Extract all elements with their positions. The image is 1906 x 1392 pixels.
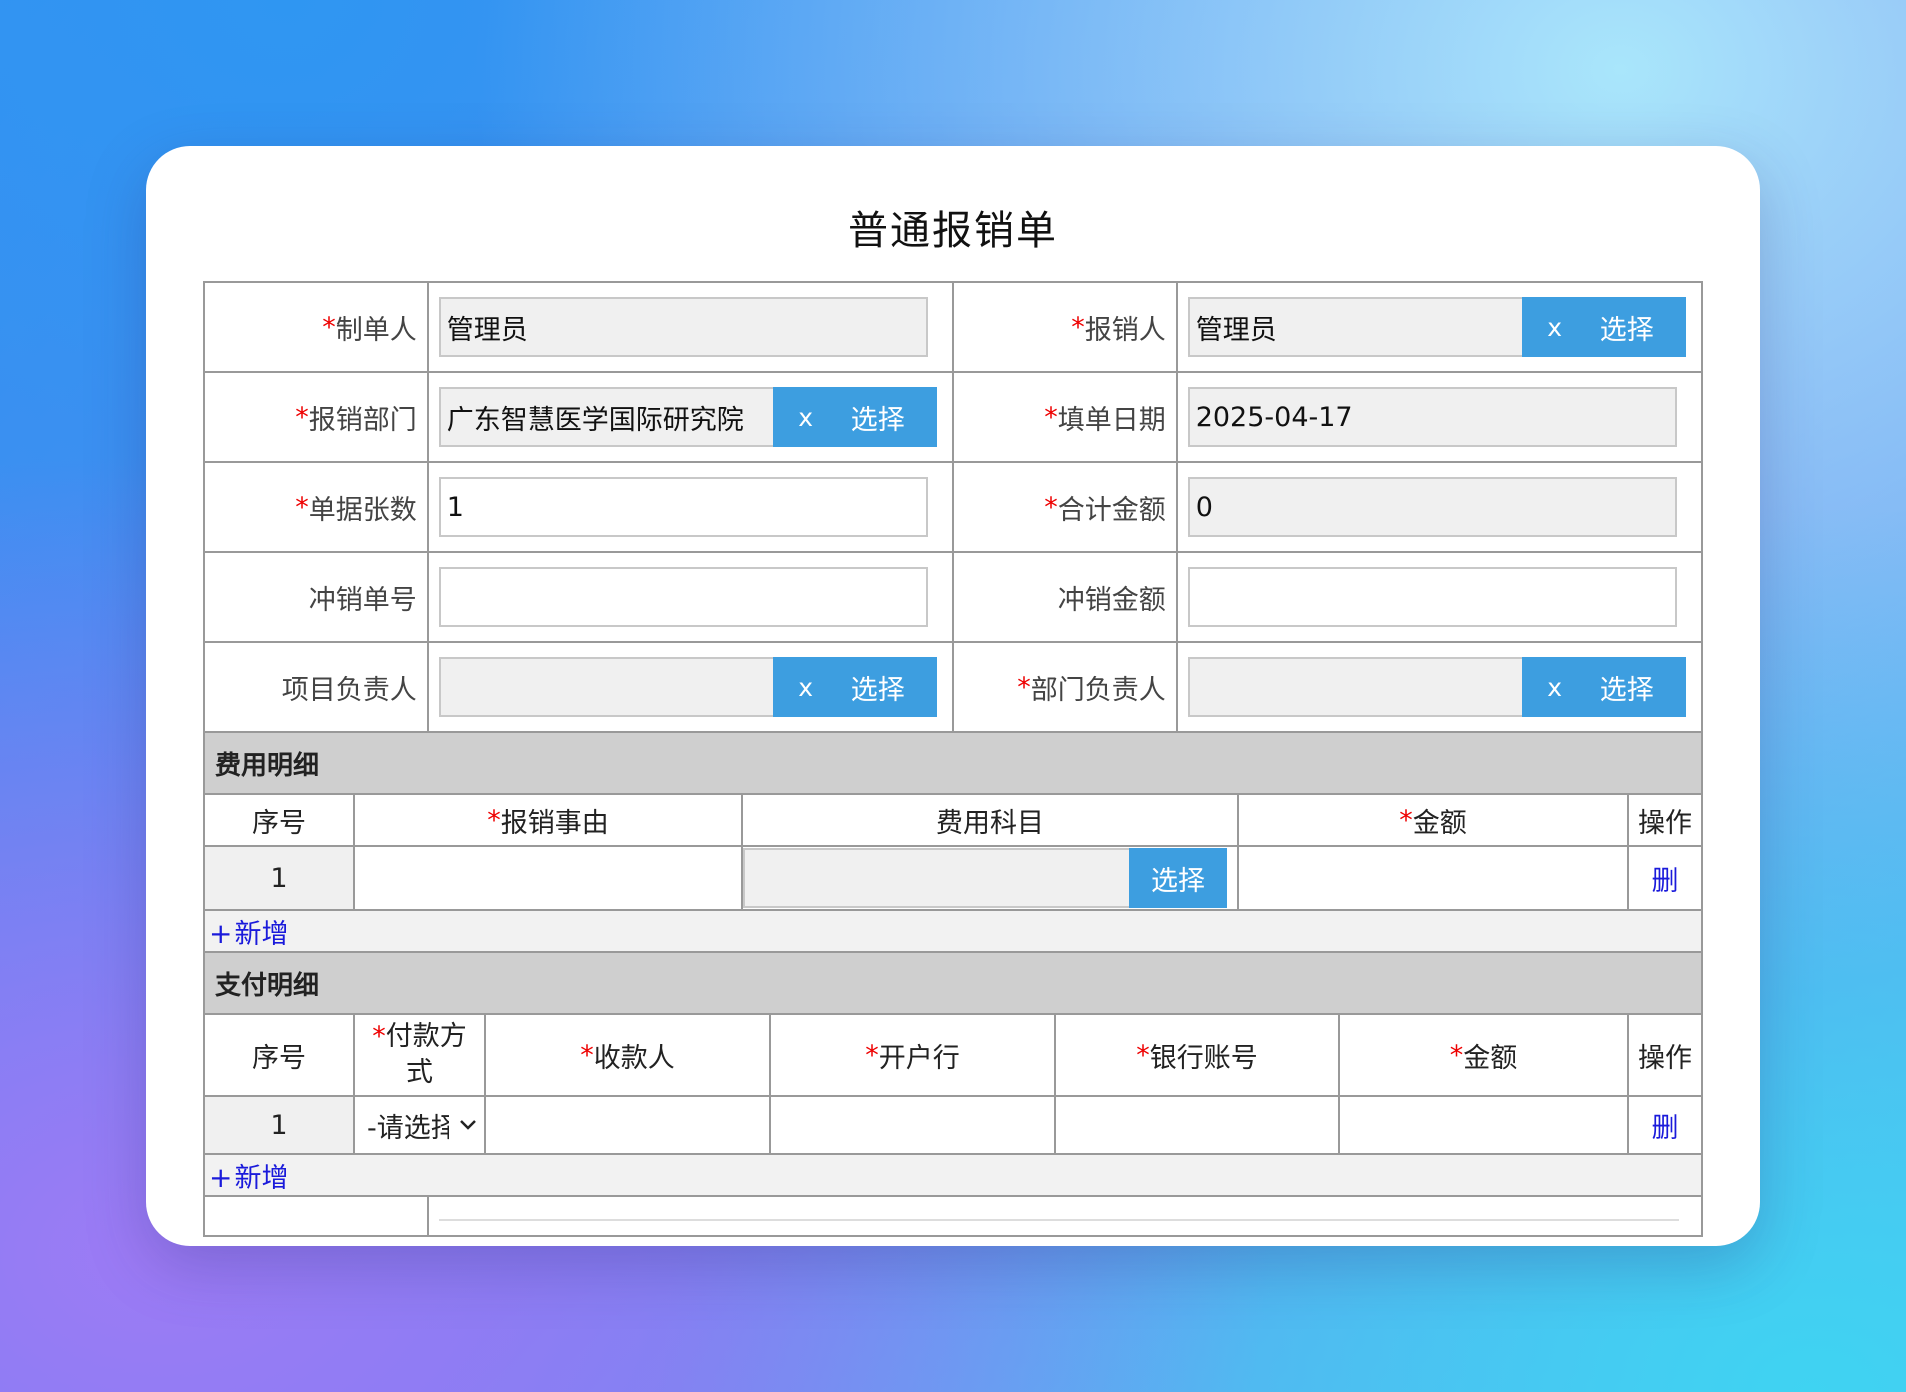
payment-delete-link[interactable]: 删 (1652, 1106, 1679, 1145)
project-lead-cell: x 选择 (428, 643, 954, 733)
payment-amount-header: * 金额 (1340, 1015, 1629, 1097)
payment-add-link[interactable]: +新增 (209, 1156, 288, 1195)
dept-lead-clear-button[interactable]: x (1521, 657, 1588, 717)
dept-lead-label: * 部门负责人 (954, 643, 1178, 733)
dept-lead-cell: x 选择 (1177, 643, 1703, 733)
plus-icon: + (209, 1160, 233, 1194)
payment-op-header: 操作 (1629, 1015, 1703, 1097)
total-amount-input[interactable]: 0 (1187, 477, 1677, 537)
offset-amount-label: 冲销金额 (954, 553, 1178, 643)
payment-method-header: *付款方 式 (355, 1015, 486, 1097)
payment-seq-cell: 1 (205, 1097, 355, 1155)
chevron-down-icon (460, 1120, 476, 1130)
expense-seq-cell: 1 (205, 847, 355, 911)
expense-subject-select-button[interactable]: 选择 (1129, 848, 1227, 908)
doc-count-input[interactable]: 1 (438, 477, 928, 537)
offset-no-input[interactable] (438, 567, 928, 627)
expense-delete-link[interactable]: 删 (1652, 859, 1679, 898)
dept-lead-input[interactable] (1187, 657, 1522, 717)
project-lead-clear-button[interactable]: x (772, 657, 839, 717)
project-lead-input[interactable] (438, 657, 773, 717)
table-row: 1 选择 删 (205, 847, 1703, 911)
fill-date-cell: 2025-04-17 (1177, 373, 1703, 463)
payment-amount-input[interactable] (1340, 1097, 1629, 1155)
offset-no-cell (428, 553, 954, 643)
partial-input[interactable] (438, 1219, 1679, 1235)
claimant-picker: 管理员 x 选择 (1187, 297, 1686, 357)
payment-method-select[interactable]: -请选择 (355, 1106, 484, 1145)
doc-count-cell: 1 (428, 463, 954, 553)
payment-account-header: * 银行账号 (1056, 1015, 1340, 1097)
payment-add-row: +新增 (205, 1155, 1703, 1197)
header-fields-grid: * 制单人 管理员 * 报销人 管理员 x 选择 * 报销部门 广东智慧医学国际… (203, 281, 1703, 1237)
field-row: 冲销单号 冲销金额 (205, 553, 1703, 643)
department-label: * 报销部门 (205, 373, 429, 463)
plus-icon: + (209, 916, 233, 950)
claimant-input[interactable]: 管理员 (1187, 297, 1522, 357)
expense-form: * 制单人 管理员 * 报销人 管理员 x 选择 * 报销部门 广东智慧医学国际… (203, 281, 1703, 1237)
field-row-partial (205, 1197, 1703, 1237)
payment-payee-header: * 收款人 (486, 1015, 771, 1097)
total-amount-cell: 0 (1177, 463, 1703, 553)
expense-subject-picker: 选择 (743, 848, 1227, 908)
department-input[interactable]: 广东智慧医学国际研究院 (438, 387, 773, 447)
payment-method-cell: -请选择 (355, 1097, 486, 1155)
payment-bank-input[interactable] (771, 1097, 1056, 1155)
expense-add-row: +新增 (205, 911, 1703, 953)
doc-count-label: * 单据张数 (205, 463, 429, 553)
offset-no-label: 冲销单号 (205, 553, 429, 643)
expense-add-link[interactable]: +新增 (209, 912, 288, 951)
expense-seq-header: 序号 (205, 795, 355, 847)
expense-header-row: 序号 * 报销事由 费用科目 * 金额 操作 (205, 795, 1703, 847)
expense-reason-input[interactable] (355, 847, 743, 911)
expense-amount-input[interactable] (1239, 847, 1629, 911)
field-row: 项目负责人 x 选择 * 部门负责人 x 选择 (205, 643, 1703, 733)
claimant-cell: 管理员 x 选择 (1177, 283, 1703, 373)
field-row: * 单据张数 1 * 合计金额 0 (205, 463, 1703, 553)
expense-reason-header: * 报销事由 (355, 795, 743, 847)
expense-subject-input[interactable] (743, 848, 1129, 908)
claimant-select-button[interactable]: 选择 (1587, 297, 1686, 357)
department-clear-button[interactable]: x (772, 387, 839, 447)
partial-label-cell (205, 1197, 429, 1237)
offset-amount-cell (1177, 553, 1703, 643)
page-title: 普通报销单 (848, 208, 1058, 254)
partial-value-cell (428, 1197, 1703, 1237)
field-row: * 报销部门 广东智慧医学国际研究院 x 选择 * 填单日期 2025-04-17 (205, 373, 1703, 463)
expense-delete-cell: 删 (1629, 847, 1703, 911)
project-lead-picker: x 选择 (438, 657, 937, 717)
fill-date-input[interactable]: 2025-04-17 (1187, 387, 1677, 447)
payment-delete-cell: 删 (1629, 1097, 1703, 1155)
payment-section-title: 支付明细 (205, 953, 1703, 1015)
payment-seq-header: 序号 (205, 1015, 355, 1097)
project-lead-label: 项目负责人 (205, 643, 429, 733)
expense-amount-header: * 金额 (1239, 795, 1629, 847)
dept-lead-picker: x 选择 (1187, 657, 1686, 717)
offset-amount-input[interactable] (1187, 567, 1677, 627)
fill-date-label: * 填单日期 (954, 373, 1178, 463)
claimant-clear-button[interactable]: x (1521, 297, 1588, 357)
field-row: * 制单人 管理员 * 报销人 管理员 x 选择 (205, 283, 1703, 373)
payment-payee-input[interactable] (486, 1097, 771, 1155)
department-select-button[interactable]: 选择 (838, 387, 937, 447)
payment-bank-header: * 开户行 (771, 1015, 1056, 1097)
expense-subject-header: 费用科目 (743, 795, 1239, 847)
maker-label: * 制单人 (205, 283, 429, 373)
payment-account-input[interactable] (1056, 1097, 1340, 1155)
maker-cell: 管理员 (428, 283, 954, 373)
expense-section-title: 费用明细 (205, 733, 1703, 795)
maker-input[interactable]: 管理员 (438, 297, 928, 357)
table-row: 1 -请选择 删 (205, 1097, 1703, 1155)
dept-lead-select-button[interactable]: 选择 (1587, 657, 1686, 717)
department-cell: 广东智慧医学国际研究院 x 选择 (428, 373, 954, 463)
payment-header-row: 序号 *付款方 式 * 收款人 * 开户行 * 银行账号 * 金额 操作 (205, 1015, 1703, 1097)
expense-op-header: 操作 (1629, 795, 1703, 847)
project-lead-select-button[interactable]: 选择 (838, 657, 937, 717)
total-amount-label: * 合计金额 (954, 463, 1178, 553)
form-card: 普通报销单 * 制单人 管理员 * 报销人 管理员 x 选择 * 报销部门 广东… (146, 146, 1760, 1246)
claimant-label: * 报销人 (954, 283, 1178, 373)
department-picker: 广东智慧医学国际研究院 x 选择 (438, 387, 937, 447)
expense-subject-cell: 选择 (743, 847, 1239, 911)
